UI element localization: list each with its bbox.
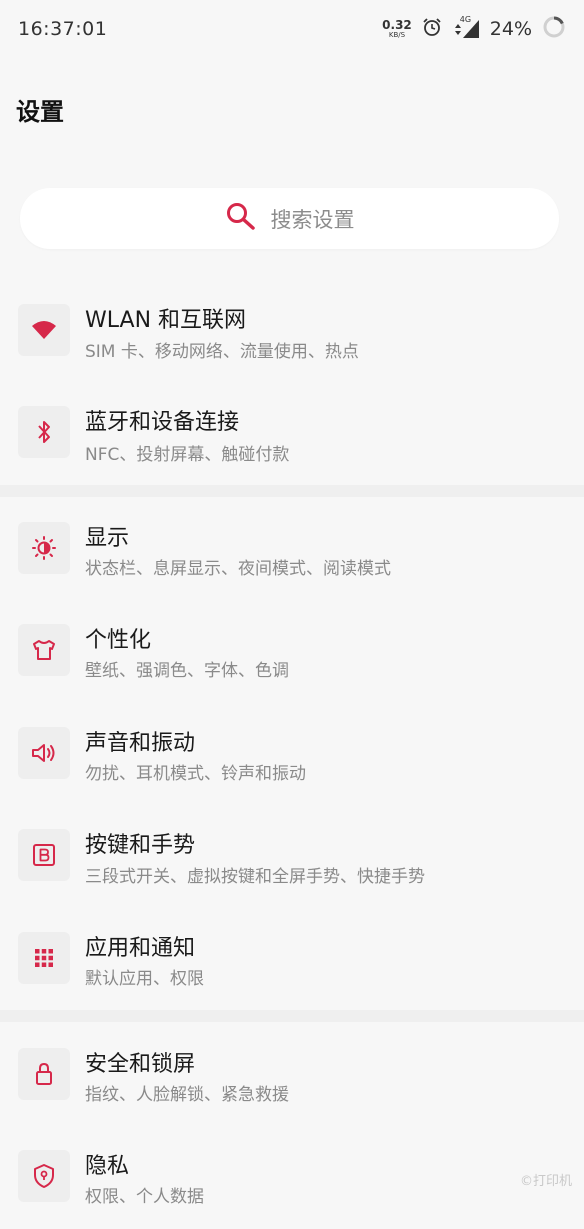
settings-item-privacy[interactable]: 隐私 权限、个人数据	[0, 1126, 584, 1226]
item-title: 个性化	[85, 628, 152, 653]
settings-item-sound[interactable]: 声音和振动 勿扰、耳机模式、铃声和振动	[0, 703, 584, 803]
page-title: 设置	[16, 98, 64, 126]
search-bar[interactable]: 搜索设置	[20, 188, 559, 249]
section-divider	[0, 485, 584, 497]
settings-item-personalization[interactable]: 个性化 壁纸、强调色、字体、色调	[0, 600, 584, 700]
settings-item-wlan[interactable]: WLAN 和互联网 SIM 卡、移动网络、流量使用、热点	[0, 282, 584, 382]
settings-item-display[interactable]: 显示 状态栏、息屏显示、夜间模式、阅读模式	[0, 498, 584, 598]
lock-icon	[18, 1048, 70, 1100]
bluetooth-icon	[18, 406, 70, 458]
wifi-icon	[18, 304, 70, 356]
item-subtitle: NFC、投射屏幕、触碰付款	[85, 445, 290, 465]
search-placeholder: 搜索设置	[270, 207, 355, 232]
item-subtitle: 状态栏、息屏显示、夜间模式、阅读模式	[85, 559, 391, 579]
settings-item-security-lock[interactable]: 安全和锁屏 指纹、人脸解锁、紧急救援	[0, 1024, 584, 1124]
settings-item-buttons-gestures[interactable]: 按键和手势 三段式开关、虚拟按键和全屏手势、快捷手势	[0, 806, 584, 906]
status-bar: 16:37:01 0.32 KB/S 4G 24%	[0, 0, 584, 58]
alarm-icon	[422, 17, 442, 41]
item-title: 隐私	[85, 1154, 130, 1179]
tshirt-icon	[18, 624, 70, 676]
item-subtitle: 勿扰、耳机模式、铃声和振动	[85, 764, 306, 784]
privacy-shield-icon	[18, 1150, 70, 1202]
button-b-icon	[18, 829, 70, 881]
item-title: 应用和通知	[85, 936, 196, 961]
net-speed-value: 0.32	[382, 18, 412, 32]
item-title: 蓝牙和设备连接	[85, 410, 240, 435]
signal-icon: 4G	[452, 15, 480, 40]
watermark: ©打印机	[519, 1174, 572, 1189]
net-speed: 0.32 KB/S	[382, 19, 412, 39]
status-time: 16:37:01	[18, 18, 108, 40]
speaker-icon	[18, 727, 70, 779]
search-icon	[225, 201, 257, 237]
section-divider	[0, 1010, 584, 1022]
battery-percent: 24%	[489, 18, 532, 40]
item-title: 声音和振动	[85, 731, 196, 756]
item-subtitle: 指纹、人脸解锁、紧急救援	[85, 1085, 289, 1105]
status-icons: 0.32 KB/S 4G 24%	[382, 15, 566, 43]
item-subtitle: SIM 卡、移动网络、流量使用、热点	[85, 342, 359, 362]
brightness-icon	[18, 522, 70, 574]
apps-grid-icon	[18, 932, 70, 984]
item-title: 安全和锁屏	[85, 1052, 196, 1077]
item-title: 显示	[85, 526, 130, 551]
settings-item-bluetooth[interactable]: 蓝牙和设备连接 NFC、投射屏幕、触碰付款	[0, 383, 584, 483]
network-type: 4G	[459, 15, 472, 24]
battery-ring-icon	[542, 15, 566, 43]
item-title: 按键和手势	[85, 833, 196, 858]
settings-item-apps-notifications[interactable]: 应用和通知 默认应用、权限	[0, 908, 584, 1008]
item-title: WLAN 和互联网	[85, 308, 247, 333]
net-speed-unit: KB/S	[388, 31, 406, 39]
item-subtitle: 权限、个人数据	[85, 1187, 204, 1207]
item-subtitle: 壁纸、强调色、字体、色调	[85, 661, 289, 681]
item-subtitle: 三段式开关、虚拟按键和全屏手势、快捷手势	[85, 867, 425, 887]
item-subtitle: 默认应用、权限	[85, 969, 204, 989]
